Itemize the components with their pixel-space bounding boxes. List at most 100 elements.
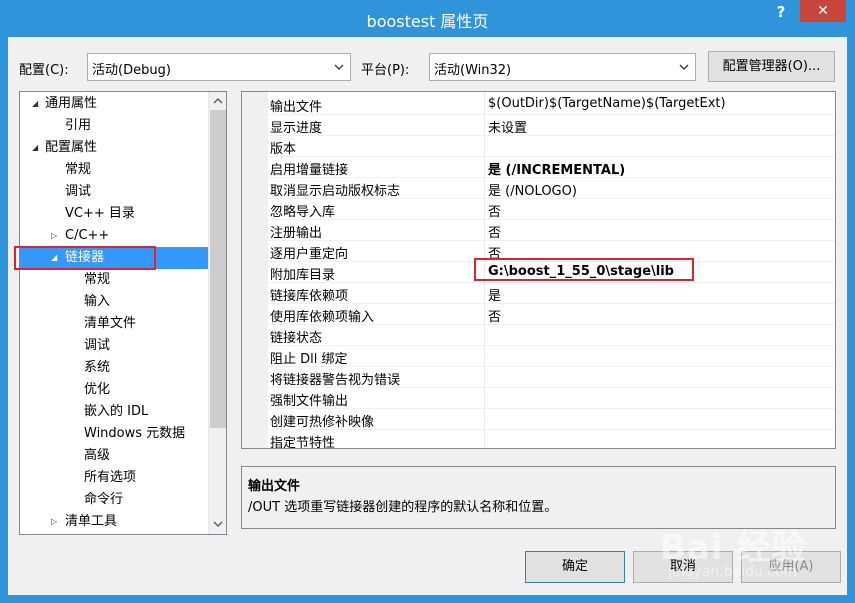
tree-item[interactable]: ▷ 清单工具 (20, 511, 209, 533)
tree-item[interactable]: 常规 (20, 159, 209, 181)
property-row[interactable]: 版本 (242, 136, 835, 157)
property-row[interactable]: 将链接器警告视为错误 (242, 367, 835, 388)
watermark-logo: Bai 经验 (660, 528, 807, 568)
property-name: 链接库依赖项 (270, 289, 349, 304)
property-row[interactable]: 强制文件输出 (242, 388, 835, 409)
baidu-watermark: Bai 经验 jingyan.baidu.com (660, 520, 810, 590)
property-name: 强制文件输出 (270, 394, 349, 409)
property-row[interactable]: 取消显示启动版权标志 是 (/NOLOGO) (242, 178, 835, 199)
expand-arrow-icon[interactable]: ▷ (51, 511, 61, 533)
property-name: 输出文件 (270, 100, 323, 115)
tree-item[interactable]: 清单文件 (20, 313, 209, 335)
tree-item[interactable]: 所有选项 (20, 467, 209, 489)
tree-item[interactable]: 嵌入的 IDL (20, 401, 209, 423)
tree-item-label: 常规 (84, 272, 111, 287)
expand-arrow-icon[interactable]: ▷ (51, 225, 61, 247)
property-row[interactable]: 使用库依赖项输入 否 (242, 304, 835, 325)
tree-item-label: 嵌入的 IDL (84, 404, 149, 419)
property-value[interactable]: 是 (/INCREMENTAL) (488, 159, 625, 178)
tree-item[interactable]: 高级 (20, 445, 209, 467)
platform-value: 活动(Win32) (434, 63, 512, 78)
property-name: 使用库依赖项输入 (270, 310, 375, 325)
properties-window: boostest 属性页 ? ✕ 配置(C): 活动(Debug) 平台(P):… (0, 0, 855, 603)
scroll-down-icon[interactable] (212, 518, 224, 530)
property-value[interactable]: 是 (488, 285, 501, 304)
close-button[interactable]: ✕ (800, 0, 846, 22)
window-title: boostest 属性页 (366, 12, 489, 31)
collapse-arrow-icon (51, 467, 61, 489)
tree-item-label: 引用 (65, 118, 92, 133)
property-row[interactable]: 注册输出 否 (242, 220, 835, 241)
tree-item-label: 清单文件 (84, 316, 137, 331)
collapse-arrow-icon (51, 269, 61, 291)
tree-scrollbar[interactable] (208, 92, 226, 534)
property-row[interactable]: 指定节特性 (242, 430, 835, 448)
property-row[interactable]: 创建可热修补映像 (242, 409, 835, 430)
tree-item[interactable]: 命令行 (20, 489, 209, 511)
scroll-up-icon[interactable] (212, 95, 224, 107)
dialog-client: 配置(C): 活动(Debug) 平台(P): 活动(Win32) 配置管理器(… (8, 37, 847, 595)
tree-item[interactable]: 系统 (20, 357, 209, 379)
property-row[interactable]: 显示进度 未设置 (242, 115, 835, 136)
property-row[interactable]: 输出文件 $(OutDir)$(TargetName)$(TargetExt) (242, 94, 835, 115)
tree-item[interactable]: VC++ 目录 (20, 203, 209, 225)
tree-item[interactable]: 优化 (20, 379, 209, 401)
config-combo[interactable]: 活动(Debug) (87, 53, 351, 81)
tree-item[interactable]: 引用 (20, 115, 209, 137)
property-value[interactable]: 未设置 (488, 117, 527, 136)
ok-button[interactable]: 确定 (525, 551, 625, 583)
property-name: 注册输出 (270, 226, 323, 241)
collapse-arrow-icon (51, 181, 61, 203)
property-name: 创建可热修补映像 (270, 415, 375, 430)
collapse-arrow-icon (51, 203, 61, 225)
lib-dir-highlight-box (474, 258, 694, 281)
property-value[interactable]: 否 (488, 306, 501, 325)
property-value[interactable]: 否 (488, 201, 501, 220)
collapse-arrow-icon[interactable]: ◢ (32, 137, 42, 159)
tree-item-label: Windows 元数据 (84, 426, 186, 441)
property-row[interactable]: 阻止 Dll 绑定 (242, 346, 835, 367)
collapse-arrow-icon (51, 335, 61, 357)
property-row[interactable]: 链接库依赖项 是 (242, 283, 835, 304)
tree-item[interactable]: 调试 (20, 181, 209, 203)
property-row[interactable]: 忽略导入库 否 (242, 199, 835, 220)
collapse-arrow-icon (51, 423, 61, 445)
property-tree[interactable]: ◢ 通用属性 引用 ◢ 配置属性 常规 调试 VC++ 目录 ▷ C/C++ ◢ 链接器 常规 输入 清单文… (19, 91, 227, 535)
tree-item-label: 优化 (84, 382, 111, 397)
help-button[interactable]: ? (768, 2, 794, 24)
config-value: 活动(Debug) (92, 63, 171, 78)
property-name: 启用增量链接 (270, 163, 349, 178)
property-name: 将链接器警告视为错误 (270, 373, 401, 388)
property-value[interactable]: $(OutDir)$(TargetName)$(TargetExt) (488, 96, 726, 111)
tree-item[interactable]: ◢ 通用属性 (20, 93, 209, 115)
tree-item-label: 配置属性 (45, 140, 98, 155)
property-row[interactable]: 链接状态 (242, 325, 835, 346)
property-name: 取消显示启动版权标志 (270, 184, 401, 199)
description-text: /OUT 选项重写链接器创建的程序的默认名称和位置。 (248, 500, 558, 515)
property-name: 附加库目录 (270, 268, 336, 283)
collapse-arrow-icon[interactable]: ◢ (32, 93, 42, 115)
tree-scroll-thumb[interactable] (210, 110, 226, 428)
property-value[interactable]: 否 (488, 222, 501, 241)
tree-item-label: 常规 (65, 162, 92, 177)
collapse-arrow-icon (51, 489, 61, 511)
watermark-url: jingyan.baidu.com (668, 564, 798, 580)
tree-item[interactable]: 调试 (20, 335, 209, 357)
collapse-arrow-icon (51, 357, 61, 379)
tree-item-label: C/C++ (65, 228, 110, 243)
tree-item[interactable]: 输入 (20, 291, 209, 313)
tree-item[interactable]: ▷ C/C++ (20, 225, 209, 247)
property-value[interactable]: 是 (/NOLOGO) (488, 180, 577, 199)
title-bar[interactable]: boostest 属性页 ? ✕ (0, 0, 855, 36)
collapse-arrow-icon (51, 445, 61, 467)
tree-item[interactable]: ◢ 配置属性 (20, 137, 209, 159)
property-row[interactable]: 启用增量链接 是 (/INCREMENTAL) (242, 157, 835, 178)
platform-combo[interactable]: 活动(Win32) (429, 53, 696, 81)
tree-item-label: 清单工具 (65, 514, 118, 529)
tree-item[interactable]: Windows 元数据 (20, 423, 209, 445)
collapse-arrow-icon (51, 401, 61, 423)
tree-item[interactable]: 常规 (20, 269, 209, 291)
linker-highlight-box (14, 246, 156, 270)
property-name: 忽略导入库 (270, 205, 336, 220)
config-manager-button[interactable]: 配置管理器(O)... (708, 51, 835, 82)
